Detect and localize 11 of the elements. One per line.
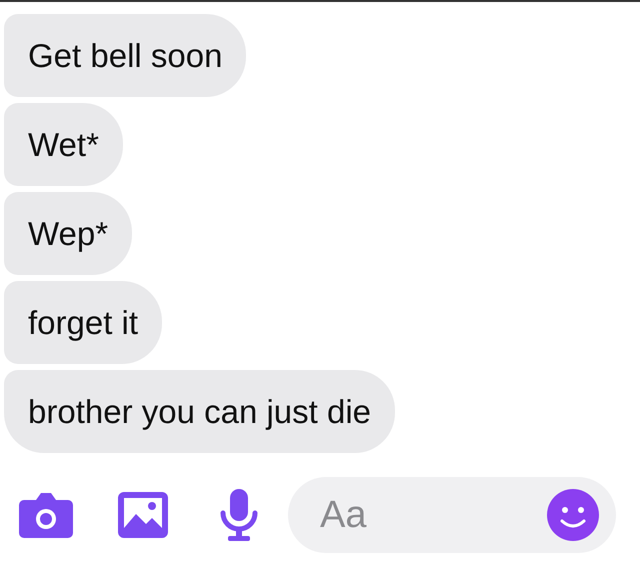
message-bubble: Get bell soon bbox=[4, 14, 246, 97]
message-bubble: brother you can just die bbox=[4, 370, 396, 453]
gallery-button[interactable] bbox=[116, 490, 170, 540]
camera-button[interactable] bbox=[18, 490, 74, 540]
message-bubble: Wet* bbox=[4, 103, 123, 186]
message-bubble: Wep* bbox=[4, 192, 132, 275]
microphone-button[interactable] bbox=[218, 487, 260, 543]
message-field[interactable]: Aa bbox=[288, 477, 616, 553]
message-input[interactable]: Aa bbox=[318, 492, 546, 538]
emoji-icon[interactable] bbox=[546, 488, 600, 542]
message-bubble: forget it bbox=[4, 281, 162, 364]
